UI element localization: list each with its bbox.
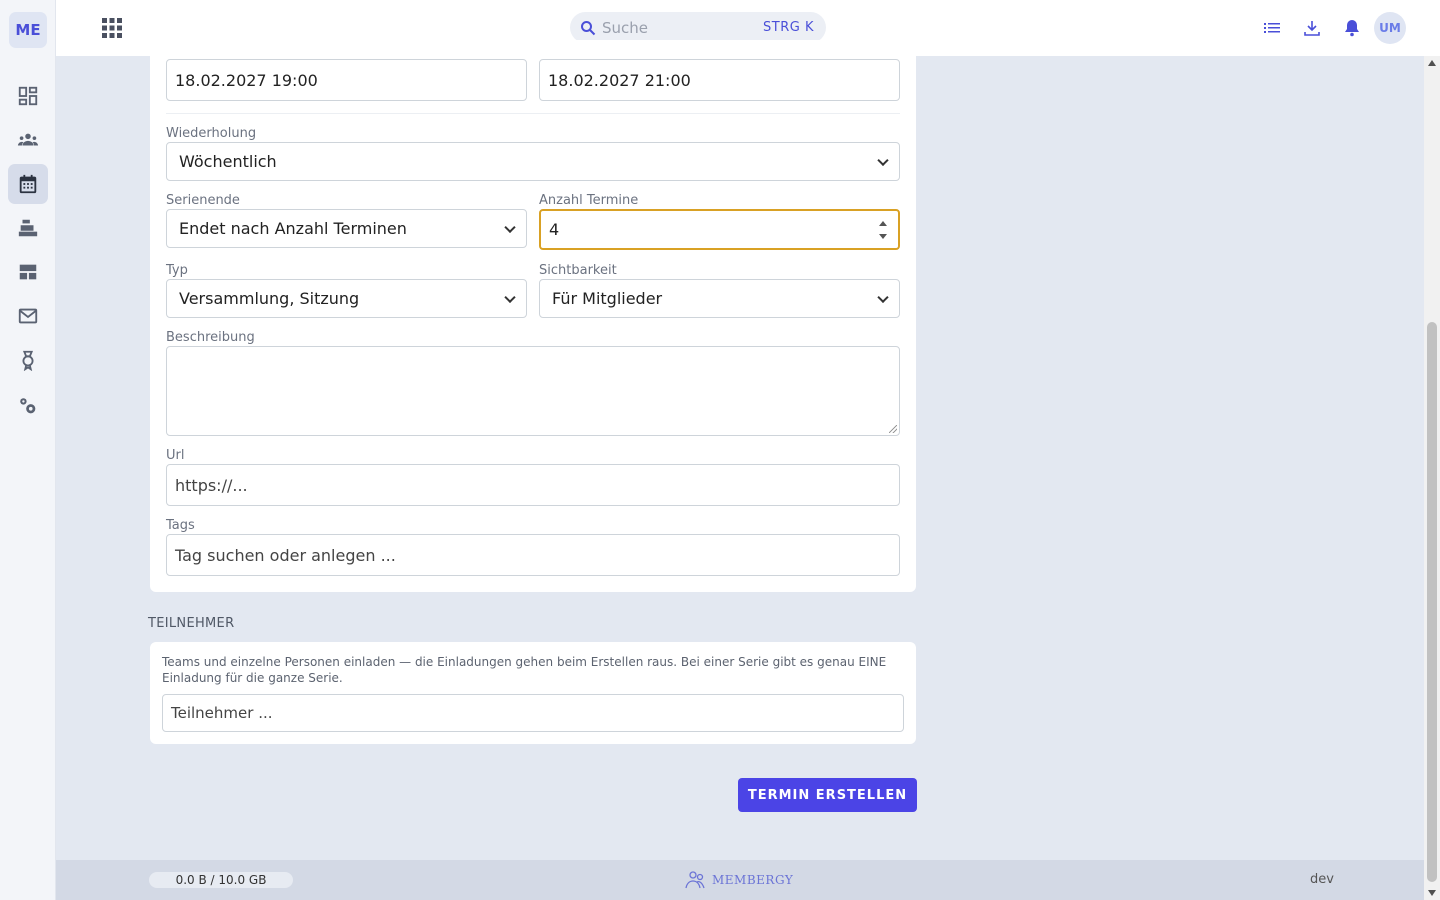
visibility-label: Sichtbarkeit — [539, 263, 617, 278]
end-datetime-input[interactable]: 18.02.2027 21:00 — [539, 59, 900, 101]
nav-members[interactable] — [8, 120, 48, 160]
participants-input[interactable]: Teilnehmer ... — [162, 694, 904, 732]
settings-icon — [20, 398, 36, 414]
count-value: 4 — [549, 220, 560, 239]
cash-register-icon — [18, 219, 38, 237]
environment-label: dev — [1310, 872, 1334, 887]
type-label: Typ — [166, 263, 188, 278]
search-icon — [581, 21, 596, 36]
start-datetime-input[interactable]: 18.02.2027 19:00 — [166, 59, 527, 101]
scroll-up-arrow[interactable] — [1428, 60, 1436, 66]
sidebar: ME — [0, 0, 56, 900]
description-textarea[interactable] — [166, 346, 900, 436]
download-icon[interactable] — [1302, 18, 1322, 38]
search-shortcut: STRG K — [763, 20, 814, 35]
recurrence-label: Wiederholung — [166, 126, 257, 141]
brand-logo: MEMBERGY — [684, 870, 793, 890]
series-end-label: Serienende — [166, 193, 240, 208]
calendar-icon — [19, 174, 37, 194]
participants-hint: Teams und einzelne Personen einladen — d… — [162, 655, 887, 685]
description-label: Beschreibung — [166, 330, 255, 345]
footer: 0.0 B / 10.0 GB MEMBERGY dev — [56, 860, 1424, 900]
tags-label: Tags — [166, 518, 195, 533]
storage-usage: 0.0 B / 10.0 GB — [149, 872, 293, 888]
brand-name: MEMBERGY — [712, 873, 794, 887]
participants-card: Teams und einzelne Personen einladen — d… — [150, 642, 916, 744]
scroll-thumb[interactable] — [1427, 322, 1437, 882]
type-select[interactable]: Versammlung, Sitzung — [166, 279, 527, 318]
tags-input[interactable]: Tag suchen oder anlegen ... — [166, 534, 900, 576]
app-logo[interactable]: ME — [9, 12, 47, 48]
nav-dashboard[interactable] — [8, 76, 48, 116]
create-event-button[interactable]: TERMIN ERSTELLEN — [738, 778, 917, 812]
nav-mail[interactable] — [8, 296, 48, 336]
count-label: Anzahl Termine — [539, 193, 639, 208]
scroll-down-arrow[interactable] — [1428, 890, 1436, 896]
nav-calendar[interactable] — [8, 164, 48, 204]
dashboard-icon — [18, 86, 38, 106]
event-form-card: 18.02.2027 19:00 18.02.2027 21:00 Wieder… — [150, 40, 916, 592]
search-bar[interactable]: Suche STRG K — [570, 12, 826, 43]
apps-grid-icon[interactable] — [102, 18, 122, 38]
mail-icon — [18, 308, 38, 324]
series-end-select[interactable]: Endet nach Anzahl Terminen — [166, 209, 527, 248]
visibility-select[interactable]: Für Mitglieder — [539, 279, 900, 318]
url-label: Url — [166, 448, 185, 463]
list-icon[interactable] — [1262, 18, 1282, 38]
search-placeholder: Suche — [602, 19, 649, 37]
members-icon — [17, 133, 39, 146]
stepper-arrows[interactable] — [878, 219, 888, 241]
notification-bell-icon[interactable] — [1342, 18, 1362, 38]
resize-handle[interactable] — [889, 425, 897, 433]
user-avatar[interactable]: UM — [1374, 12, 1406, 44]
award-icon — [22, 350, 34, 371]
divider — [166, 113, 900, 114]
count-stepper[interactable]: 4 — [539, 209, 900, 250]
table-layout-icon — [19, 264, 37, 280]
nav-layout[interactable] — [8, 252, 48, 292]
participants-title: TEILNEHMER — [148, 616, 235, 631]
brand-mark-icon — [685, 871, 705, 889]
nav-awards[interactable] — [8, 340, 48, 380]
nav-cash-register[interactable] — [8, 208, 48, 248]
nav-settings[interactable] — [8, 386, 48, 426]
recurrence-select[interactable]: Wöchentlich — [166, 142, 900, 181]
url-input[interactable]: https://... — [166, 464, 900, 506]
page-scrollbar[interactable] — [1424, 56, 1440, 900]
